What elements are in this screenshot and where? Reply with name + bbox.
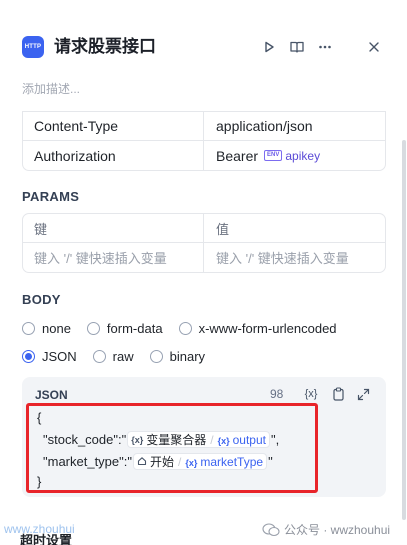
play-icon[interactable] [258,36,280,58]
table-header-row: 键 值 [23,214,385,243]
column-header-key: 键 [34,221,48,237]
json-code-input[interactable]: { "stock_code":" {x} 变量聚合器 / {x} output "… [26,403,318,493]
radio-icon [92,350,106,363]
json-suffix-text: ", [270,432,280,447]
code-line: "market_type":" 开始 / {x} marketType " [43,453,273,470]
headers-table: Content-Type application/json Authorizat… [22,111,386,171]
header-value-cell[interactable]: application/json [203,112,385,140]
json-editor-label: JSON [35,388,68,402]
code-line: "stock_code":" {x} 变量聚合器 / {x} output ", [43,431,279,448]
body-section-title: BODY [22,292,61,307]
env-icon: ENV [264,150,283,161]
radio-none[interactable]: none [22,321,71,336]
code-line: } [37,474,42,489]
body-type-radio-group-2: JSON raw binary [22,349,221,364]
table-row: 键入 '/' 键快速插入变量 键入 '/' 键快速插入变量 [23,243,385,272]
variable-icon: {x} [217,435,230,446]
auth-scheme-text: Bearer [216,147,259,164]
radio-form-data[interactable]: form-data [86,321,163,336]
param-value-input[interactable]: 键入 '/' 键快速插入变量 [203,243,385,272]
table-row: Authorization Bearer ENV apikey [23,141,385,170]
variable-icon: {x} [131,434,144,445]
description-input[interactable]: 添加描述... [22,80,80,97]
code-line: { [37,410,42,425]
variable-key-name: marketType [200,454,264,469]
header-value-cell[interactable]: Bearer ENV apikey [203,141,385,170]
radio-icon [86,322,100,335]
watermark-right: 公众号 · wwzhouhui [262,521,390,538]
radio-icon [178,322,192,335]
book-open-icon[interactable] [286,36,308,58]
variable-key-name: output [232,432,266,447]
copy-icon[interactable] [329,385,347,403]
radio-raw[interactable]: raw [92,349,134,364]
params-table: 键 值 键入 '/' 键快速插入变量 键入 '/' 键快速插入变量 [22,213,386,273]
node-title[interactable]: 请求股票接口 [54,36,156,58]
radio-x-www-form-urlencoded[interactable]: x-www-form-urlencoded [178,321,337,336]
panel-header: HTTP 请求股票接口 添加描述... [0,0,407,100]
variable-node-name: 开始 [150,455,175,469]
http-node-icon: HTTP [22,36,44,58]
env-variable-chip[interactable]: ENV apikey [264,149,320,163]
close-icon[interactable] [363,36,385,58]
radio-json[interactable]: JSON [22,349,77,364]
more-icon[interactable] [314,36,336,58]
variable-reference-tag[interactable]: 开始 / {x} marketType [133,453,268,470]
param-key-input[interactable]: 键入 '/' 键快速插入变量 [23,243,203,272]
json-key-text: "stock_code":" [43,432,127,447]
scrollbar[interactable] [402,140,406,520]
header-key-cell[interactable]: Authorization [23,141,203,170]
body-type-radio-group: none form-data x-www-form-urlencoded [22,321,353,336]
insert-variable-icon[interactable]: {x} [302,385,320,403]
variable-reference-tag[interactable]: {x} 变量聚合器 / {x} output [127,431,270,448]
json-key-text: "market_type":" [43,454,132,469]
expand-icon[interactable] [354,385,372,403]
watermark-left: www.zhouhui [4,522,75,536]
header-key-cell[interactable]: Content-Type [23,112,203,140]
env-variable-name: apikey [285,148,321,163]
radio-icon [149,350,163,363]
json-suffix-text: " [268,454,273,469]
radio-icon [22,322,35,335]
radio-binary[interactable]: binary [149,349,205,364]
params-section-title: PARAMS [22,189,80,204]
variable-icon: {x} [185,457,198,468]
radio-checked-icon [22,350,35,363]
table-row: Content-Type application/json [23,112,385,141]
variable-node-name: 变量聚合器 [146,433,207,447]
home-icon [137,456,147,468]
wechat-icon [262,522,280,536]
char-count: 98 [270,387,284,401]
column-header-value: 值 [203,214,385,242]
